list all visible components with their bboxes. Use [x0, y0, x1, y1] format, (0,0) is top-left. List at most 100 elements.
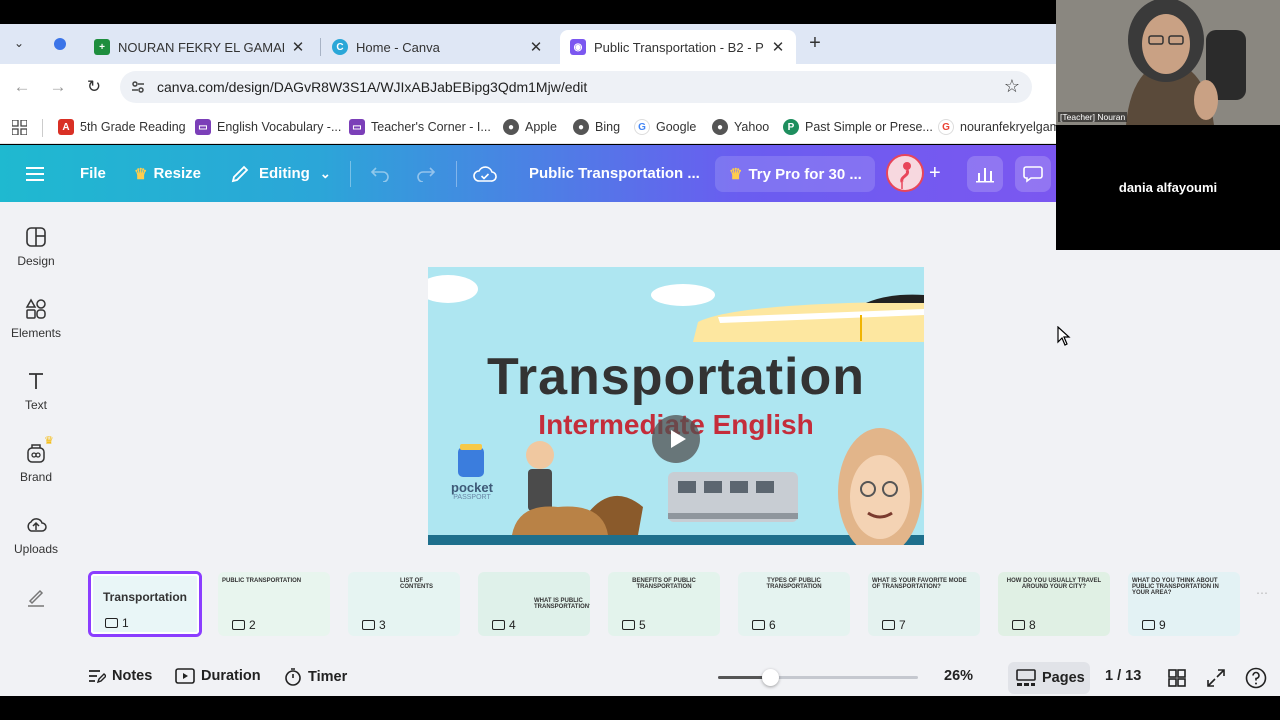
thumbnail-page-9[interactable]: What do you think about public transport…: [1128, 572, 1240, 636]
sidebar-item-design[interactable]: Design: [0, 226, 72, 268]
back-button[interactable]: ←: [10, 75, 34, 99]
reload-button[interactable]: ↻: [82, 75, 106, 99]
chevron-down-icon: ⌄: [319, 165, 331, 181]
new-tab-button[interactable]: +: [804, 32, 826, 54]
thumbnails-more-indicator[interactable]: ⋯: [1256, 586, 1272, 620]
slide-canvas[interactable]: Transportation Intermediate English pock…: [428, 267, 924, 545]
thumbnail-page-1[interactable]: Transportation 1: [88, 571, 202, 637]
thumbnail-page-7[interactable]: What is your favorite mode of transporta…: [868, 572, 980, 636]
thumbnail-page-5[interactable]: Benefits of Public Transportation 5: [608, 572, 720, 636]
bookmark-english-vocabulary[interactable]: ▭ English Vocabulary -...: [195, 116, 341, 138]
thumbnail-page-4[interactable]: What is Public Transportation? 4: [478, 572, 590, 636]
try-pro-button[interactable]: ♛ Try Pro for 30 ...: [715, 156, 875, 192]
zoom-slider[interactable]: [718, 669, 918, 686]
insights-button[interactable]: [967, 156, 1003, 192]
bookmark-past-simple[interactable]: P Past Simple or Prese...: [783, 116, 933, 138]
comments-button[interactable]: [1015, 156, 1051, 192]
bookmark-apple[interactable]: ● Apple: [503, 116, 557, 138]
header-divider: [456, 161, 457, 187]
design-title[interactable]: Public Transportation ...: [529, 145, 700, 202]
teacher-video-feed: [Teacher] Nouran: [1056, 0, 1280, 125]
undo-button[interactable]: [370, 145, 390, 202]
url-text: canva.com/design/DAGvR8W3S1A/WJIxABJabEB…: [157, 79, 588, 95]
presentation-icon: [752, 620, 765, 630]
thumbnail-page-8[interactable]: How do you usually travel around your ci…: [998, 572, 1110, 636]
bookmark-star-icon[interactable]: ☆: [1004, 76, 1020, 97]
timer-button[interactable]: Timer: [284, 668, 347, 686]
thumbnail-page-3[interactable]: List of Contents 3: [348, 572, 460, 636]
apps-grid-icon[interactable]: [12, 120, 27, 135]
play-video-button[interactable]: [652, 415, 700, 463]
page-counter[interactable]: 1 / 13: [1105, 668, 1141, 684]
site-info-icon[interactable]: [130, 79, 146, 95]
close-tab-icon[interactable]: ✕: [528, 38, 544, 56]
duration-button[interactable]: Duration: [175, 668, 261, 684]
globe-icon: ●: [573, 119, 589, 135]
bookmark-yahoo[interactable]: ● Yahoo: [712, 116, 769, 138]
mouse-cursor-icon: [1057, 326, 1071, 346]
user-avatar[interactable]: [886, 154, 924, 192]
bookmark-google[interactable]: G Google: [634, 116, 696, 138]
sidebar-item-brand[interactable]: ♛ Brand: [0, 435, 72, 484]
tab-public-transportation[interactable]: ◉ Public Transportation - B2 - Pre ✕: [560, 30, 796, 64]
bookmark-5th-grade-reading[interactable]: A 5th Grade Reading: [58, 116, 186, 138]
pages-button[interactable]: Pages: [1008, 662, 1090, 694]
uploads-icon: [27, 518, 47, 532]
help-icon[interactable]: [1244, 666, 1268, 690]
profile-dot-icon[interactable]: [54, 38, 66, 50]
redo-button[interactable]: [416, 145, 436, 202]
resize-button[interactable]: ♛ Resize: [134, 145, 201, 202]
tab-search-button[interactable]: ⌄: [8, 32, 30, 54]
crown-icon: ♛: [44, 435, 54, 447]
sidebar-item-elements[interactable]: Elements: [0, 298, 72, 340]
presentation-icon: [232, 620, 245, 630]
participant-name: dania alfayoumi: [1118, 180, 1218, 195]
header-divider: [350, 161, 351, 187]
zoom-level[interactable]: 26%: [944, 668, 973, 684]
grid-view-icon[interactable]: [1165, 666, 1189, 690]
bookmarks-bar: A 5th Grade Reading ▭ English Vocabulary…: [0, 110, 1056, 144]
tab-sheets[interactable]: + NOURAN FEKRY EL GAMAL - Go ✕: [84, 30, 316, 64]
close-tab-icon[interactable]: ✕: [290, 38, 306, 56]
canva-icon: C: [332, 39, 348, 55]
elements-icon: [25, 298, 46, 319]
presentation-icon: [105, 618, 118, 628]
tab-canva-home[interactable]: C Home - Canva ✕: [322, 30, 554, 64]
chart-icon: [976, 168, 994, 183]
crown-icon: ♛: [729, 166, 743, 183]
invite-button[interactable]: +: [929, 145, 941, 202]
bookmark-teachers-corner[interactable]: ▭ Teacher's Corner - I...: [349, 116, 491, 138]
fullscreen-icon[interactable]: [1204, 666, 1228, 690]
zoom-slider-knob[interactable]: [762, 669, 779, 686]
presentation-icon: [882, 620, 895, 630]
notes-button[interactable]: Notes: [88, 668, 152, 684]
close-tab-icon[interactable]: ✕: [770, 38, 786, 56]
globe-icon: ●: [503, 119, 519, 135]
bottom-bar: Notes Duration Timer 26% Pages 1 / 13: [0, 660, 1280, 696]
editing-mode-button[interactable]: Editing ⌄: [230, 145, 331, 202]
thumbnail-page-2[interactable]: Public Transportation 2: [218, 572, 330, 636]
pages-icon: [1016, 669, 1036, 686]
sidebar-item-uploads[interactable]: Uploads: [0, 514, 72, 556]
page-thumbnails: Transportation 1 Public Transportation 2…: [0, 566, 1280, 642]
forward-button[interactable]: →: [46, 75, 70, 99]
file-menu-button[interactable]: File: [80, 145, 106, 202]
pencil-icon: [231, 165, 249, 182]
video-call-overlay: [Teacher] Nouran dania alfayoumi: [1056, 0, 1280, 250]
thumbnail-page-6[interactable]: Types of Public Transportation 6: [738, 572, 850, 636]
webcam-image: [1056, 0, 1280, 125]
browser-toolbar: ← → ↻ canva.com/design/DAGvR8W3S1A/WJIxA…: [0, 64, 1056, 110]
address-bar[interactable]: canva.com/design/DAGvR8W3S1A/WJIxABJabEB…: [120, 71, 1032, 103]
cloud-save-status[interactable]: [473, 145, 497, 202]
presentation-icon: [362, 620, 375, 630]
teacher-video-label: [Teacher] Nouran: [1058, 112, 1128, 122]
cloud-check-icon: [473, 165, 497, 182]
bookmark-bing[interactable]: ● Bing: [573, 116, 620, 138]
main-menu-button[interactable]: [24, 145, 46, 202]
slide-title[interactable]: Transportation: [428, 347, 924, 407]
presentation-icon: [1012, 620, 1025, 630]
presentation-icon: [622, 620, 635, 630]
sidebar-item-text[interactable]: Text: [0, 370, 72, 412]
bookmark-nouranfekryelgam[interactable]: G nouranfekryelgam: [938, 116, 1056, 138]
tab-divider: [320, 38, 321, 56]
